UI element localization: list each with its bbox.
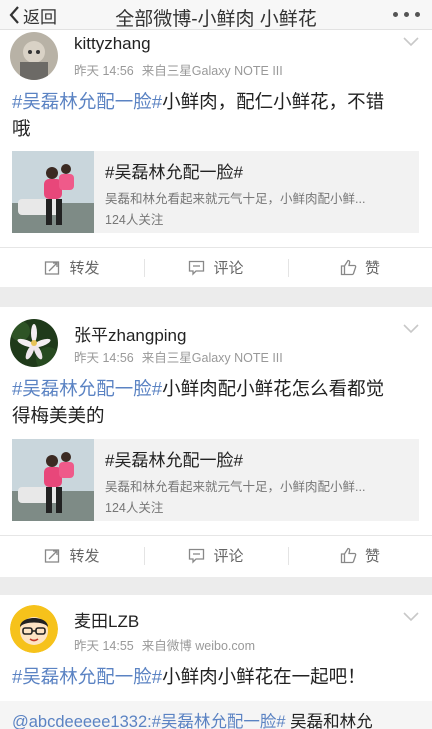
topic-card-desc: 吴磊和林允看起来就元气十足，小鲜肉配小鲜... bbox=[105, 192, 366, 206]
comment-button[interactable]: 评论 bbox=[144, 248, 288, 287]
post-time: 昨天 14:55 bbox=[74, 639, 134, 653]
username[interactable]: kittyzhang bbox=[74, 34, 151, 54]
topic-link[interactable]: #吴磊林允配一脸# bbox=[12, 378, 162, 399]
post-source: 来自三星Galaxy NOTE III bbox=[141, 64, 283, 78]
repost-button[interactable]: 转发 bbox=[0, 536, 144, 575]
post-text: #吴磊林允配一脸#小鲜肉配小鲜花怎么看都觉 得梅美美的 bbox=[12, 378, 385, 426]
topic-link[interactable]: #吴磊林允配一脸# bbox=[12, 666, 162, 687]
thumbs-up-icon bbox=[340, 259, 357, 276]
post-meta: 昨天 14:55 来自微博 weibo.com bbox=[74, 635, 255, 654]
repost-block[interactable]: @abcdeeeee1332:#吴磊林允配一脸# 吴磊和林允 bbox=[0, 701, 432, 729]
topic-thumbnail bbox=[12, 439, 94, 521]
topic-thumbnail bbox=[12, 151, 94, 233]
topic-card[interactable]: #吴磊林允配一脸# 吴磊和林允看起来就元气十足，小鲜肉配小鲜... 124人关注 bbox=[12, 439, 419, 521]
post-card: kittyzhang 昨天 14:56 来自三星Galaxy NOTE III #… bbox=[0, 30, 432, 287]
chevron-down-icon[interactable] bbox=[402, 611, 420, 623]
avatar[interactable] bbox=[10, 32, 58, 80]
repost-icon bbox=[45, 549, 60, 563]
post-text: #吴磊林允配一脸#小鲜肉小鲜花在一起吧！ bbox=[12, 666, 366, 687]
action-bar: 转发 评论 赞 bbox=[0, 535, 432, 575]
like-button[interactable]: 赞 bbox=[288, 536, 432, 575]
mention-link[interactable]: @abcdeeeee1332: bbox=[12, 713, 152, 729]
post-source: 来自微博 weibo.com bbox=[141, 639, 255, 653]
topic-card-title: #吴磊林允配一脸# bbox=[105, 163, 243, 182]
topic-card-followers: 124人关注 bbox=[105, 213, 164, 227]
comment-button[interactable]: 评论 bbox=[144, 536, 288, 575]
post-meta: 昨天 14:56 来自三星Galaxy NOTE III bbox=[74, 347, 283, 366]
post-meta: 昨天 14:56 来自三星Galaxy NOTE III bbox=[74, 60, 283, 79]
repost-icon bbox=[45, 261, 60, 275]
topic-card[interactable]: #吴磊林允配一脸# 吴磊和林允看起来就元气十足，小鲜肉配小鲜... 124人关注 bbox=[12, 151, 419, 233]
like-button[interactable]: 赞 bbox=[288, 248, 432, 287]
chevron-down-icon[interactable] bbox=[402, 323, 420, 335]
repost-text: @abcdeeeee1332:#吴磊林允配一脸# 吴磊和林允 bbox=[12, 713, 373, 729]
post-text: #吴磊林允配一脸#小鲜肉，配仁小鲜花，不错哦 bbox=[12, 91, 385, 139]
topic-link[interactable]: #吴磊林允配一脸# bbox=[12, 91, 162, 112]
post-card: 麦田LZB 昨天 14:55 来自微博 weibo.com #吴磊林允配一脸#小鲜… bbox=[0, 595, 432, 729]
topic-card-title: #吴磊林允配一脸# bbox=[105, 451, 243, 470]
username[interactable]: 张平zhangping bbox=[74, 321, 186, 346]
more-options-icon[interactable] bbox=[393, 12, 420, 17]
page-title: 全部微博-小鲜肉 小鲜花 bbox=[115, 9, 317, 30]
topic-card-followers: 124人关注 bbox=[105, 501, 164, 515]
thumbs-up-icon bbox=[340, 547, 357, 564]
divider bbox=[0, 287, 432, 307]
post-time: 昨天 14:56 bbox=[74, 351, 134, 365]
comment-icon bbox=[189, 548, 205, 564]
nav-bar: 返回 全部微博-小鲜肉 小鲜花 bbox=[0, 0, 432, 30]
topic-link[interactable]: #吴磊林允配一脸# bbox=[152, 713, 286, 729]
avatar[interactable] bbox=[10, 605, 58, 653]
chevron-down-icon[interactable] bbox=[402, 36, 420, 48]
post-time: 昨天 14:56 bbox=[74, 64, 134, 78]
topic-card-desc: 吴磊和林允看起来就元气十足，小鲜肉配小鲜... bbox=[105, 480, 366, 494]
divider bbox=[0, 577, 432, 595]
username[interactable]: 麦田LZB bbox=[74, 607, 139, 632]
avatar[interactable] bbox=[10, 319, 58, 367]
post-source: 来自三星Galaxy NOTE III bbox=[141, 351, 283, 365]
comment-icon bbox=[189, 260, 205, 276]
post-card: 张平zhangping 昨天 14:56 来自三星Galaxy NOTE III … bbox=[0, 307, 432, 577]
action-bar: 转发 评论 赞 bbox=[0, 247, 432, 287]
repost-button[interactable]: 转发 bbox=[0, 248, 144, 287]
